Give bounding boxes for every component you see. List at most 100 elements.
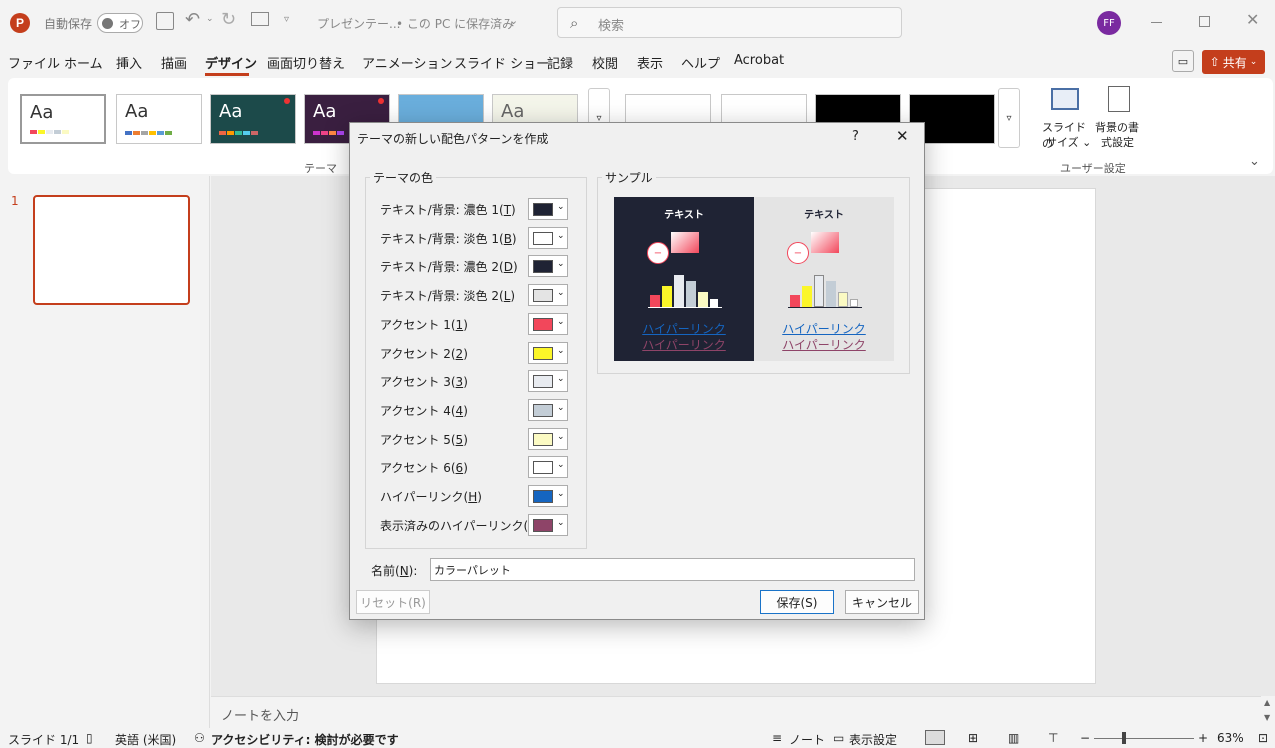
- name-input[interactable]: カラーパレット: [430, 558, 915, 581]
- tab-design[interactable]: デザイン: [205, 53, 257, 72]
- collapse-ribbon-icon[interactable]: ⌄: [1249, 154, 1260, 169]
- redo-icon[interactable]: ↻: [221, 9, 236, 30]
- view-settings-icon[interactable]: ▭: [833, 731, 844, 745]
- tab-view[interactable]: 表示: [637, 53, 663, 72]
- normal-view-icon[interactable]: [925, 730, 945, 745]
- undo-icon[interactable]: ↶: [185, 9, 200, 30]
- chevron-down-icon: ⌄: [557, 431, 565, 442]
- accessibility-status[interactable]: アクセシビリティ: 検討が必要です: [211, 731, 399, 748]
- chevron-down-icon: ⌄: [557, 402, 565, 413]
- vertical-scrollbar[interactable]: ▲ ▼: [1262, 698, 1274, 728]
- sample-dark-link: ハイパーリンク: [642, 322, 726, 336]
- bar-accent-2: [802, 286, 812, 307]
- save-status-chevron-icon[interactable]: ⌄: [509, 14, 518, 27]
- tab-file[interactable]: ファイル: [8, 53, 60, 72]
- save-button[interactable]: 保存(S): [760, 590, 834, 614]
- color-picker-button[interactable]: ⌄: [528, 456, 568, 479]
- zoom-in-icon[interactable]: +: [1198, 731, 1208, 745]
- bar-accent-1: [650, 295, 660, 307]
- color-picker-button[interactable]: ⌄: [528, 398, 568, 421]
- color-picker-button[interactable]: ⌄: [528, 226, 568, 249]
- bar-accent-5: [838, 292, 848, 307]
- theme-dot: [284, 98, 290, 104]
- color-picker-button[interactable]: ⌄: [528, 284, 568, 307]
- color-picker-button[interactable]: ⌄: [528, 198, 568, 220]
- theme-office-2[interactable]: Aa: [116, 94, 202, 144]
- notes-icon[interactable]: ≡: [772, 731, 782, 745]
- view-settings[interactable]: 表示設定: [849, 731, 897, 748]
- user-avatar[interactable]: FF: [1097, 11, 1121, 35]
- slide-thumbnail-1[interactable]: [33, 195, 190, 305]
- color-picker-button[interactable]: ⌄: [528, 485, 568, 507]
- color-picker-button[interactable]: ⌄: [528, 370, 568, 393]
- color-row: ハイパーリンク(H) ⌄: [364, 485, 574, 507]
- tab-draw[interactable]: 描画: [161, 53, 187, 72]
- notes-pane[interactable]: ノートを入力: [211, 696, 1261, 728]
- close-window-icon[interactable]: ✕: [1246, 10, 1259, 29]
- autosave-state: オフ: [119, 18, 141, 31]
- comments-icon[interactable]: ▭: [1172, 50, 1194, 72]
- notes-placeholder: ノートを入力: [221, 709, 300, 724]
- tab-insert[interactable]: 挿入: [116, 53, 142, 72]
- zoom-out-icon[interactable]: −: [1080, 731, 1090, 745]
- autosave-toggle[interactable]: オフ: [97, 13, 143, 33]
- zoom-slider[interactable]: [1094, 732, 1194, 744]
- save-status[interactable]: • この PC に保存済み: [396, 15, 514, 32]
- scroll-up-icon[interactable]: ▲: [1264, 698, 1270, 707]
- slide-sorter-icon[interactable]: ⊞: [968, 731, 978, 745]
- color-picker-button[interactable]: ⌄: [528, 427, 568, 450]
- minimize-icon[interactable]: [1151, 22, 1162, 23]
- accessibility-icon[interactable]: ⚇: [194, 731, 205, 745]
- customize-toolbar-icon[interactable]: ▿: [284, 14, 289, 25]
- reset-button[interactable]: リセット(R): [356, 590, 430, 614]
- tab-home[interactable]: ホーム: [64, 53, 103, 72]
- color-picker-button[interactable]: ⌄: [528, 255, 568, 278]
- color-row-label: テキスト/背景: 濃色 1(T): [380, 203, 516, 217]
- tab-record[interactable]: 記録: [547, 53, 573, 72]
- restore-icon[interactable]: [1199, 16, 1210, 27]
- sample-light-link: ハイパーリンク: [782, 322, 866, 336]
- sample-light-circle: −: [787, 242, 809, 264]
- variants-more-button[interactable]: ▿: [998, 88, 1020, 148]
- reading-view-icon[interactable]: ▥: [1008, 731, 1019, 745]
- color-swatch: [533, 518, 553, 532]
- slide-count[interactable]: スライド 1/1: [8, 731, 79, 748]
- color-picker-button[interactable]: ⌄: [528, 513, 568, 536]
- theme-office[interactable]: Aa: [20, 94, 106, 144]
- tab-animations[interactable]: アニメーション: [362, 53, 452, 72]
- theme-teal[interactable]: Aa: [210, 94, 296, 144]
- save-icon[interactable]: [156, 12, 174, 30]
- tab-help[interactable]: ヘルプ: [681, 53, 720, 72]
- tab-slideshow[interactable]: スライド ショー: [454, 53, 549, 72]
- color-picker-button[interactable]: ⌄: [528, 312, 568, 335]
- present-icon[interactable]: [251, 12, 269, 26]
- color-row-label: テキスト/背景: 濃色 2(D): [380, 260, 518, 275]
- tab-acrobat[interactable]: Acrobat: [734, 53, 784, 68]
- color-picker-button[interactable]: ⌄: [528, 341, 568, 364]
- tab-review[interactable]: 校閲: [592, 53, 618, 72]
- notes-toggle[interactable]: ノート: [789, 731, 825, 748]
- slide-size-button[interactable]: スライドの サイズ ⌄: [1036, 84, 1094, 154]
- color-label-text: アクセント 1(: [380, 317, 456, 332]
- cancel-button[interactable]: キャンセル: [845, 590, 919, 614]
- slideshow-view-icon[interactable]: ⊤: [1048, 731, 1058, 745]
- theme-aa: Aa: [313, 101, 337, 122]
- color-row-label: アクセント 6(6): [380, 461, 468, 476]
- sample-light-preview: テキスト − ハイパーリンク ハイパーリンク: [754, 197, 894, 361]
- language-status[interactable]: 英語 (米国): [115, 731, 176, 748]
- zoom-slider-thumb[interactable]: [1122, 732, 1126, 744]
- chart-axis: [788, 307, 862, 308]
- tab-transitions[interactable]: 画面切り替え: [267, 53, 345, 72]
- search-box[interactable]: ⌕ 検索: [557, 7, 902, 38]
- scroll-down-icon[interactable]: ▼: [1264, 713, 1270, 722]
- zoom-level[interactable]: 63%: [1217, 731, 1244, 745]
- share-button[interactable]: ⇧ 共有 ⌄: [1202, 50, 1265, 74]
- undo-dropdown-icon[interactable]: ⌄: [206, 14, 214, 24]
- fit-to-window-icon[interactable]: ⊡: [1258, 731, 1268, 745]
- format-background-button[interactable]: 背景の書 式設定: [1092, 84, 1150, 154]
- help-button[interactable]: ?: [852, 129, 859, 144]
- slide-number: 1: [11, 194, 19, 208]
- color-row-label: アクセント 1(1): [380, 317, 468, 332]
- spellcheck-icon[interactable]: ▯: [86, 731, 93, 745]
- close-dialog-icon[interactable]: ✕: [896, 127, 909, 145]
